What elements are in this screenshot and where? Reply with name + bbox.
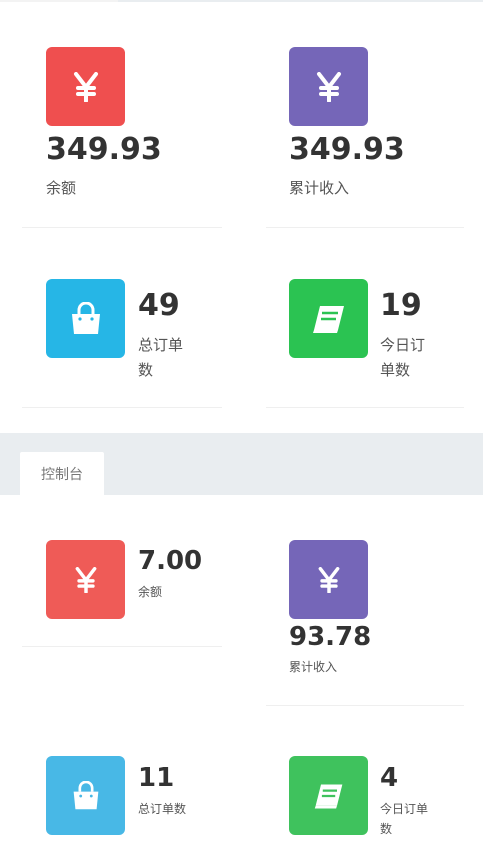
stat-label: 余额 [46,179,77,197]
divider [22,646,222,647]
stat-label: 累计收入 [289,179,350,197]
stat-value: 93.78 [289,622,372,652]
divider [22,227,222,228]
stat-value: 19 [380,288,422,323]
shopping-bag-icon [46,756,125,835]
yen-icon [46,540,125,619]
stat-value: 349.93 [46,132,162,167]
stat-label-line2: 单数 [380,361,411,379]
divider [266,227,464,228]
yen-icon [289,47,368,126]
stat-label-line1: 今日订 [380,336,426,354]
stat-label-line1: 总订单 [138,336,184,354]
stat-value: 11 [138,763,175,793]
book-icon [289,279,368,358]
yen-icon [289,540,368,619]
shopping-bag-icon [46,279,125,358]
stat-label: 总订单数 [138,802,187,816]
divider [266,407,464,408]
stat-value: 49 [138,288,180,323]
divider [266,705,464,706]
stat-label: 累计收入 [289,660,338,674]
stat-value: 4 [380,763,399,793]
stat-value: 349.93 [289,132,405,167]
top-border [0,0,483,3]
book-icon [289,756,368,835]
tab-console[interactable]: 控制台 [20,452,104,495]
yen-icon [46,47,125,126]
stat-label-line2: 数 [380,822,393,836]
stat-label-line2: 数 [138,361,154,379]
stat-value: 7.00 [138,546,203,576]
divider [22,407,222,408]
stat-label: 余额 [138,585,163,599]
